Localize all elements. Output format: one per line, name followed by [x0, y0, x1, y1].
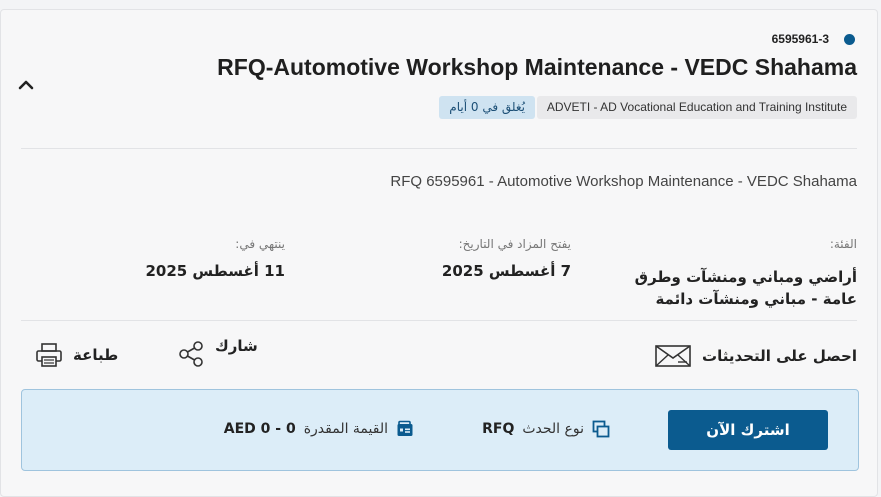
category-label: الفئة:: [829, 237, 857, 251]
print-label: طباعة: [73, 346, 119, 364]
rfq-card: 6595961-3 RFQ-Automotive Workshop Mainte…: [0, 9, 878, 497]
get-updates-label: احصل على التحديثات: [702, 347, 857, 365]
opens-label: يفتح المزاد في التاريخ:: [458, 237, 571, 251]
printer-icon: [36, 343, 62, 367]
opens-value: 7 أغسطس 2025: [441, 262, 571, 280]
estimated-value-value: AED 0 - 0: [223, 421, 296, 437]
subscribe-now-button[interactable]: اشترك الآن: [668, 410, 828, 450]
estimated-value: القيمة المقدرة AED 0 - 0: [224, 420, 414, 438]
envelope-icon: [655, 345, 691, 367]
rfq-description: RFQ 6595961 - Automotive Workshop Mainte…: [390, 173, 857, 190]
ends-label: ينتهي في:: [235, 237, 285, 251]
get-updates-button[interactable]: احصل على التحديثات: [654, 342, 857, 370]
rfq-id: 6595961-3: [771, 32, 829, 46]
share-button[interactable]: شارك: [177, 337, 258, 368]
divider: [21, 320, 857, 321]
event-type: نوع الحدث RFQ: [482, 420, 610, 438]
chevron-up-icon[interactable]: [15, 74, 37, 96]
event-type-label: نوع الحدث: [522, 421, 584, 437]
wallet-icon: [397, 420, 413, 436]
rfq-title[interactable]: RFQ-Automotive Workshop Maintenance - VE…: [217, 54, 857, 81]
ends-value: 11 أغسطس 2025: [145, 262, 285, 280]
subscribe-banner: اشترك الآن نوع الحدث RFQ القيمة المقدرة …: [21, 389, 859, 471]
share-icon: [179, 341, 203, 367]
event-type-icon: [592, 420, 610, 438]
category-value: أراضي ومباني ومنشآت وطرق عامة - مباني وم…: [634, 268, 857, 308]
event-type-value: RFQ: [482, 421, 515, 437]
organization-tag: ADVETI - AD Vocational Education and Tra…: [536, 96, 857, 119]
closing-badge: يُغلق في 0 أيام: [439, 96, 535, 119]
divider: [21, 148, 857, 149]
estimated-value-label: القيمة المقدرة: [303, 421, 388, 437]
share-label: شارك: [215, 337, 258, 355]
print-button[interactable]: طباعة: [35, 342, 118, 368]
status-dot: [844, 34, 855, 45]
